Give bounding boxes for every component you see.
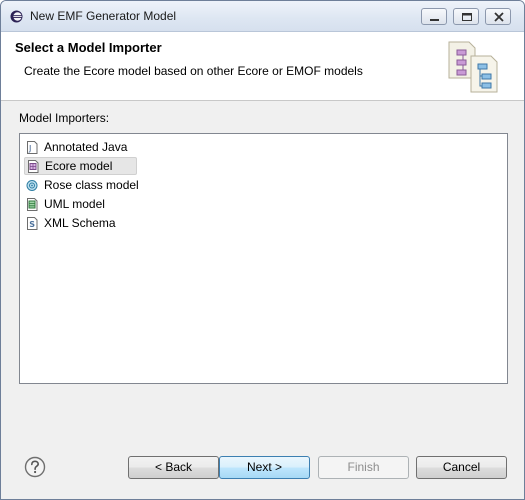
title-bar[interactable]: New EMF Generator Model (1, 1, 524, 32)
help-icon (24, 456, 46, 478)
list-item-uml-model[interactable]: UML model (24, 195, 109, 213)
close-icon (494, 12, 504, 22)
maximize-button[interactable] (453, 8, 479, 25)
close-button[interactable] (485, 8, 511, 25)
uml-icon (26, 197, 38, 211)
list-item-label: XML Schema (44, 216, 116, 230)
list-item-label: UML model (44, 197, 105, 211)
wizard-header: Select a Model Importer Create the Ecore… (1, 32, 524, 101)
list-item-label: Ecore model (45, 159, 113, 173)
model-importers-label: Model Importers: (19, 111, 110, 125)
java-file-icon: J (26, 140, 38, 154)
model-importers-list[interactable]: J Annotated Java Ecore model Rose class … (19, 133, 508, 384)
list-item-xml-schema[interactable]: S XML Schema (24, 214, 120, 232)
back-button[interactable]: < Back (128, 456, 219, 479)
page-description: Create the Ecore model based on other Ec… (24, 64, 363, 78)
list-item-label: Rose class model (44, 178, 139, 192)
minimize-icon (430, 19, 439, 21)
finish-button[interactable]: Finish (318, 456, 409, 479)
cancel-button[interactable]: Cancel (416, 456, 507, 479)
list-item-ecore-model[interactable]: Ecore model (24, 157, 137, 175)
page-title: Select a Model Importer (15, 40, 162, 55)
svg-text:J: J (28, 144, 31, 153)
minimize-button[interactable] (421, 8, 447, 25)
help-button[interactable] (24, 456, 46, 478)
window-title: New EMF Generator Model (30, 9, 177, 23)
eclipse-icon (10, 10, 23, 23)
list-item-label: Annotated Java (44, 140, 128, 154)
xml-schema-icon: S (26, 216, 38, 230)
wizard-dialog: New EMF Generator Model Select a Model I… (0, 0, 525, 500)
svg-text:S: S (29, 220, 35, 229)
list-item-annotated-java[interactable]: J Annotated Java (24, 138, 131, 156)
rose-icon (26, 179, 38, 192)
ecore-icon (27, 159, 39, 173)
list-item-rose-class-model[interactable]: Rose class model (24, 176, 143, 194)
emf-wizard-banner-icon (445, 38, 501, 96)
maximize-icon (462, 13, 472, 21)
next-button[interactable]: Next > (219, 456, 310, 479)
